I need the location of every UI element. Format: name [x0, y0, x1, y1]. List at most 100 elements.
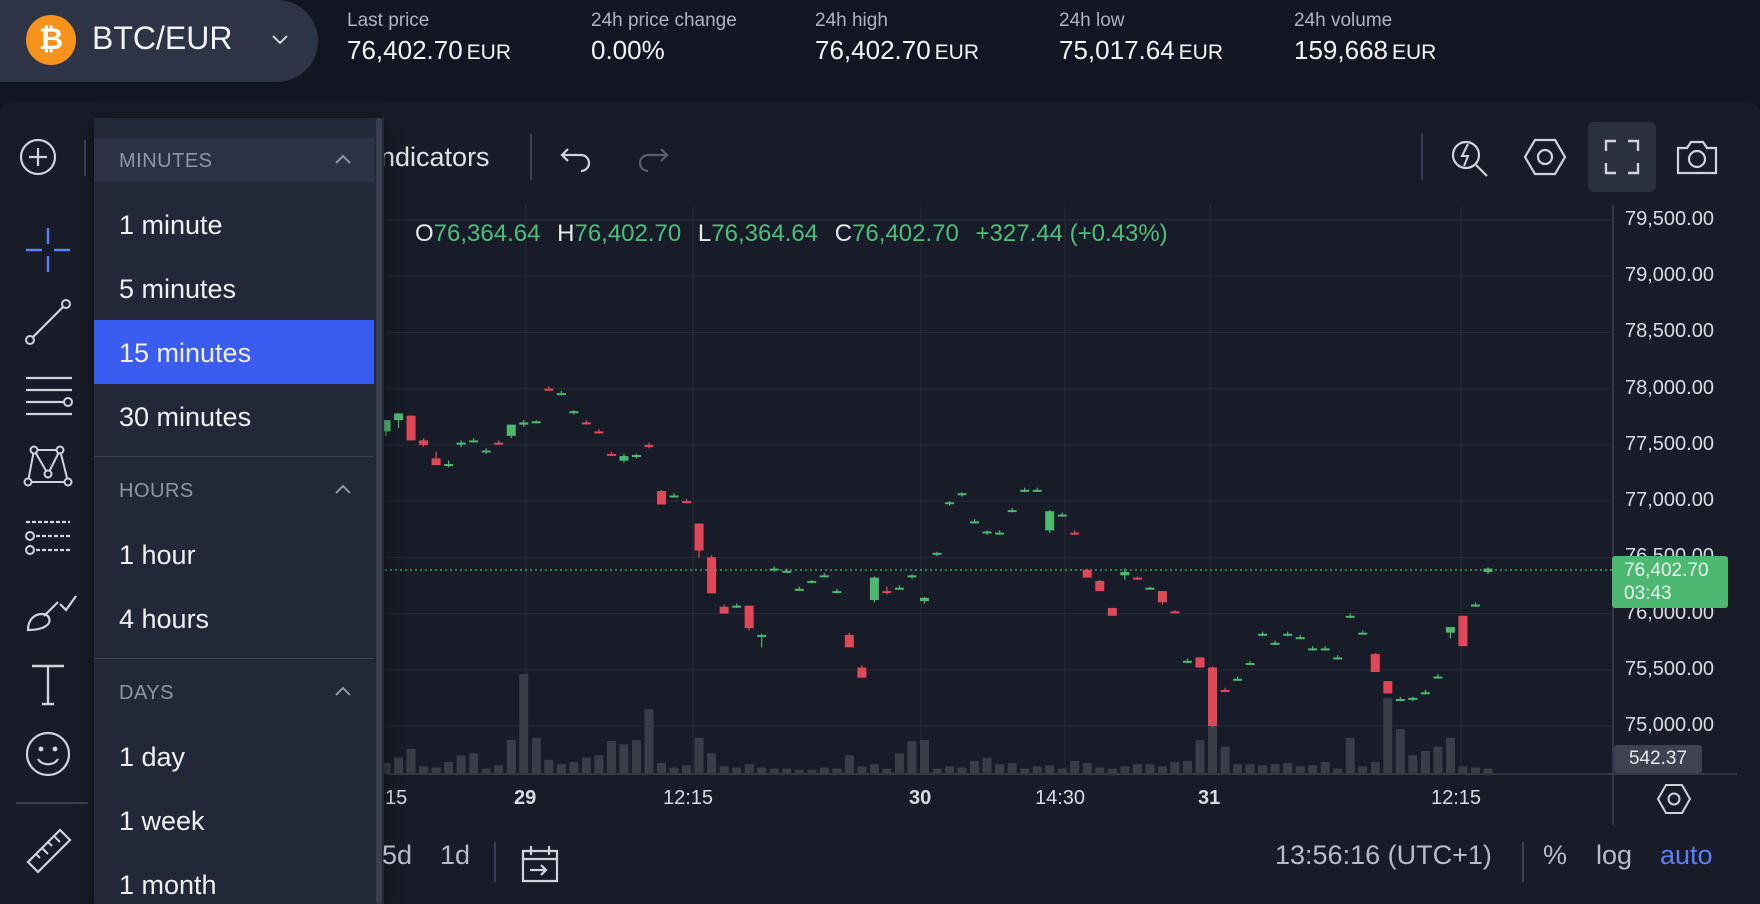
ruler-tool[interactable] — [22, 824, 84, 876]
range-5d-button[interactable]: 5d — [382, 840, 412, 892]
drawing-tools — [0, 102, 94, 904]
section-header-hours[interactable]: HOURS — [94, 468, 374, 512]
timeframe-option[interactable]: 15 minutes — [94, 320, 374, 384]
redo-button[interactable] — [633, 122, 673, 192]
volume-bar — [1170, 762, 1180, 773]
volume-bar — [1333, 768, 1343, 773]
volume-bar — [1370, 762, 1380, 773]
candle-body — [1120, 571, 1130, 576]
undo-button[interactable] — [556, 122, 596, 192]
candle-body — [606, 453, 616, 456]
volume-bar — [556, 764, 566, 773]
trend-line-tool[interactable] — [22, 296, 84, 348]
dropdown-scrollbar[interactable] — [376, 118, 382, 904]
timeframe-option[interactable]: 5 minutes — [94, 256, 374, 320]
volume-bar — [606, 741, 616, 773]
candle-body — [995, 532, 1005, 535]
volume-bar — [1458, 766, 1468, 773]
timeframe-option[interactable]: 1 day — [94, 724, 374, 788]
timeframe-option[interactable]: 1 week — [94, 788, 374, 852]
axis-settings-button[interactable] — [1656, 783, 1692, 820]
range-1d-button[interactable]: 1d — [440, 840, 470, 892]
undo-icon — [560, 148, 591, 173]
volume-bar — [1208, 724, 1217, 773]
candle-countdown: 03:43 — [1624, 583, 1672, 604]
candle-body — [869, 577, 879, 601]
indicators-label: ndicators — [380, 141, 490, 172]
price-tick-label: 75,500.00 — [1625, 657, 1714, 680]
stat-label: 24h price change — [591, 10, 737, 31]
volume-bar — [394, 757, 404, 773]
timeframe-option[interactable]: 1 hour — [94, 522, 374, 586]
candles — [381, 386, 1493, 728]
price-tick-label: 75,000.00 — [1625, 714, 1714, 736]
volume-bar — [569, 762, 579, 773]
section-header-minutes[interactable]: MINUTES — [94, 138, 374, 182]
volume-bar — [782, 768, 792, 773]
volume-bar — [1182, 760, 1192, 773]
candle-body — [1345, 615, 1355, 618]
volume-bar — [657, 763, 666, 773]
volume-bar — [844, 755, 854, 773]
trend-line-icon — [25, 299, 71, 345]
indicators-button[interactable]: ndicators — [380, 122, 530, 192]
timeframe-option-label: 4 hours — [119, 604, 210, 634]
volume-bar — [719, 766, 729, 773]
candle-body — [1295, 637, 1305, 640]
pattern-tool[interactable] — [22, 440, 84, 492]
volume-bar — [757, 767, 767, 773]
percent-label: % — [1543, 840, 1568, 870]
candle-body — [982, 531, 992, 534]
section-title: HOURS — [119, 480, 194, 502]
candle-body — [1458, 615, 1468, 647]
clock-time: 13:56:16 (UTC+1) — [1275, 840, 1492, 870]
timeframe-option[interactable]: 1 minute — [94, 192, 374, 256]
prediction-tool[interactable] — [22, 512, 84, 564]
chart-settings-button[interactable] — [1522, 122, 1568, 192]
fib-lines-tool[interactable] — [22, 370, 84, 422]
candle-body — [619, 456, 629, 461]
price-tick-label: 79,500.00 — [1625, 208, 1714, 230]
crosshair-tool[interactable] — [22, 224, 84, 276]
auto-scale-button[interactable]: auto — [1660, 840, 1713, 892]
screenshot-button[interactable] — [1674, 122, 1720, 192]
candle-body — [1420, 692, 1430, 695]
emoji-tool[interactable] — [22, 728, 84, 780]
candle-body — [481, 450, 491, 453]
candle-body — [1320, 648, 1330, 651]
clock-display[interactable]: 13:56:16 (UTC+1) — [1275, 840, 1492, 892]
candle-body — [1082, 569, 1092, 578]
prediction-icon — [25, 520, 70, 555]
quick-search-button[interactable] — [1448, 122, 1492, 192]
stat-price-change: 24h price change 0.00% — [591, 10, 737, 66]
volume-bar — [682, 765, 692, 773]
text-tool[interactable] — [22, 658, 84, 710]
section-header-days[interactable]: DAYS — [94, 670, 374, 714]
fullscreen-icon — [1604, 139, 1640, 175]
crosshair-icon — [26, 228, 70, 272]
date-range-button[interactable] — [520, 844, 560, 896]
volume-bar — [1433, 746, 1443, 773]
brush-tool[interactable] — [22, 586, 84, 638]
candle-body — [444, 464, 454, 467]
timeframe-option[interactable]: 1 month — [94, 852, 374, 904]
timeframe-option[interactable]: 30 minutes — [94, 384, 374, 448]
stat-low: 24h low 75,017.64 EUR — [1059, 10, 1223, 66]
timeframe-option[interactable]: 4 hours — [94, 586, 374, 650]
candle-body — [732, 605, 742, 608]
candle-body — [1233, 678, 1243, 681]
candle-body — [957, 493, 967, 496]
pair-selector[interactable]: ₿ BTC/EUR — [0, 0, 318, 82]
fullscreen-button[interactable] — [1588, 122, 1656, 192]
volume-bar — [669, 767, 679, 773]
candle-body — [1445, 627, 1455, 633]
volume-bar — [1383, 698, 1393, 773]
volume-bar — [1132, 764, 1142, 773]
camera-icon — [1676, 140, 1718, 175]
percent-scale-button[interactable]: % — [1543, 840, 1567, 892]
log-scale-button[interactable]: log — [1596, 840, 1632, 892]
time-tick-label: 30 — [909, 787, 932, 809]
price-tick-label: 77,000.00 — [1625, 489, 1714, 512]
candle-body — [707, 557, 717, 594]
candle-body — [1095, 580, 1105, 592]
